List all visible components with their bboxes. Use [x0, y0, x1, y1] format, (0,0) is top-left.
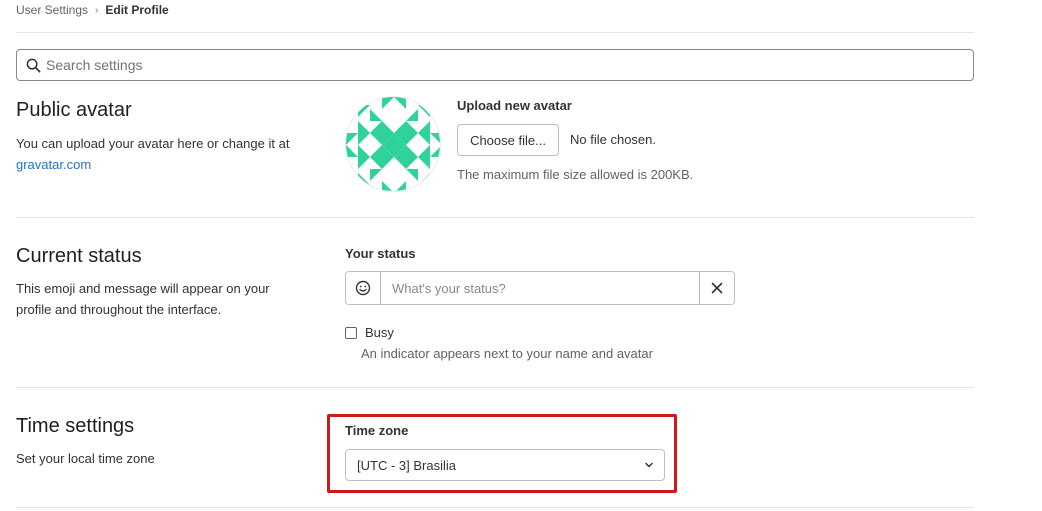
- breadcrumb-user-settings[interactable]: User Settings: [16, 3, 88, 17]
- clear-status-button[interactable]: [699, 272, 734, 304]
- search-icon: [26, 58, 41, 72]
- busy-checkbox[interactable]: [345, 326, 357, 339]
- upload-avatar-label: Upload new avatar: [457, 98, 572, 113]
- divider: [16, 387, 974, 388]
- avatar-section-title: Public avatar: [16, 99, 132, 121]
- status-message-input[interactable]: [381, 272, 699, 304]
- gravatar-link[interactable]: gravatar.com: [16, 157, 91, 172]
- choose-file-button[interactable]: Choose file...: [457, 124, 559, 156]
- search-input[interactable]: [46, 57, 946, 73]
- avatar: [345, 96, 441, 192]
- breadcrumb: User Settings › Edit Profile: [16, 3, 169, 17]
- emoji-button[interactable]: [346, 272, 381, 304]
- file-status-text: No file chosen.: [570, 132, 656, 147]
- avatar-description-text: You can upload your avatar here or chang…: [16, 136, 290, 151]
- busy-help-text: An indicator appears next to your name a…: [361, 346, 653, 361]
- time-zone-selected-value: [UTC - 3] Brasilia: [357, 457, 456, 473]
- busy-checkbox-row[interactable]: Busy: [345, 325, 394, 340]
- avatar-size-help: The maximum file size allowed is 200KB.: [457, 167, 694, 182]
- status-section-title: Current status: [16, 245, 142, 267]
- time-section-title: Time settings: [16, 415, 135, 437]
- time-section-description: Set your local time zone: [16, 451, 155, 466]
- busy-label: Busy: [365, 325, 394, 340]
- your-status-label: Your status: [345, 246, 416, 261]
- time-zone-select[interactable]: [UTC - 3] Brasilia: [345, 449, 665, 481]
- search-box[interactable]: [16, 49, 974, 81]
- divider: [16, 217, 974, 218]
- identicon-image: [346, 97, 440, 191]
- status-input-group: [345, 271, 735, 305]
- time-zone-label: Time zone: [345, 423, 409, 438]
- divider: [16, 507, 974, 508]
- divider: [16, 32, 974, 33]
- close-icon: [711, 282, 723, 294]
- breadcrumb-current: Edit Profile: [105, 3, 169, 17]
- avatar-section-description: You can upload your avatar here or chang…: [16, 133, 316, 175]
- smiley-icon: [355, 280, 371, 296]
- chevron-down-icon: [645, 462, 653, 468]
- breadcrumb-separator-icon: ›: [95, 4, 99, 16]
- status-section-description: This emoji and message will appear on yo…: [16, 281, 270, 317]
